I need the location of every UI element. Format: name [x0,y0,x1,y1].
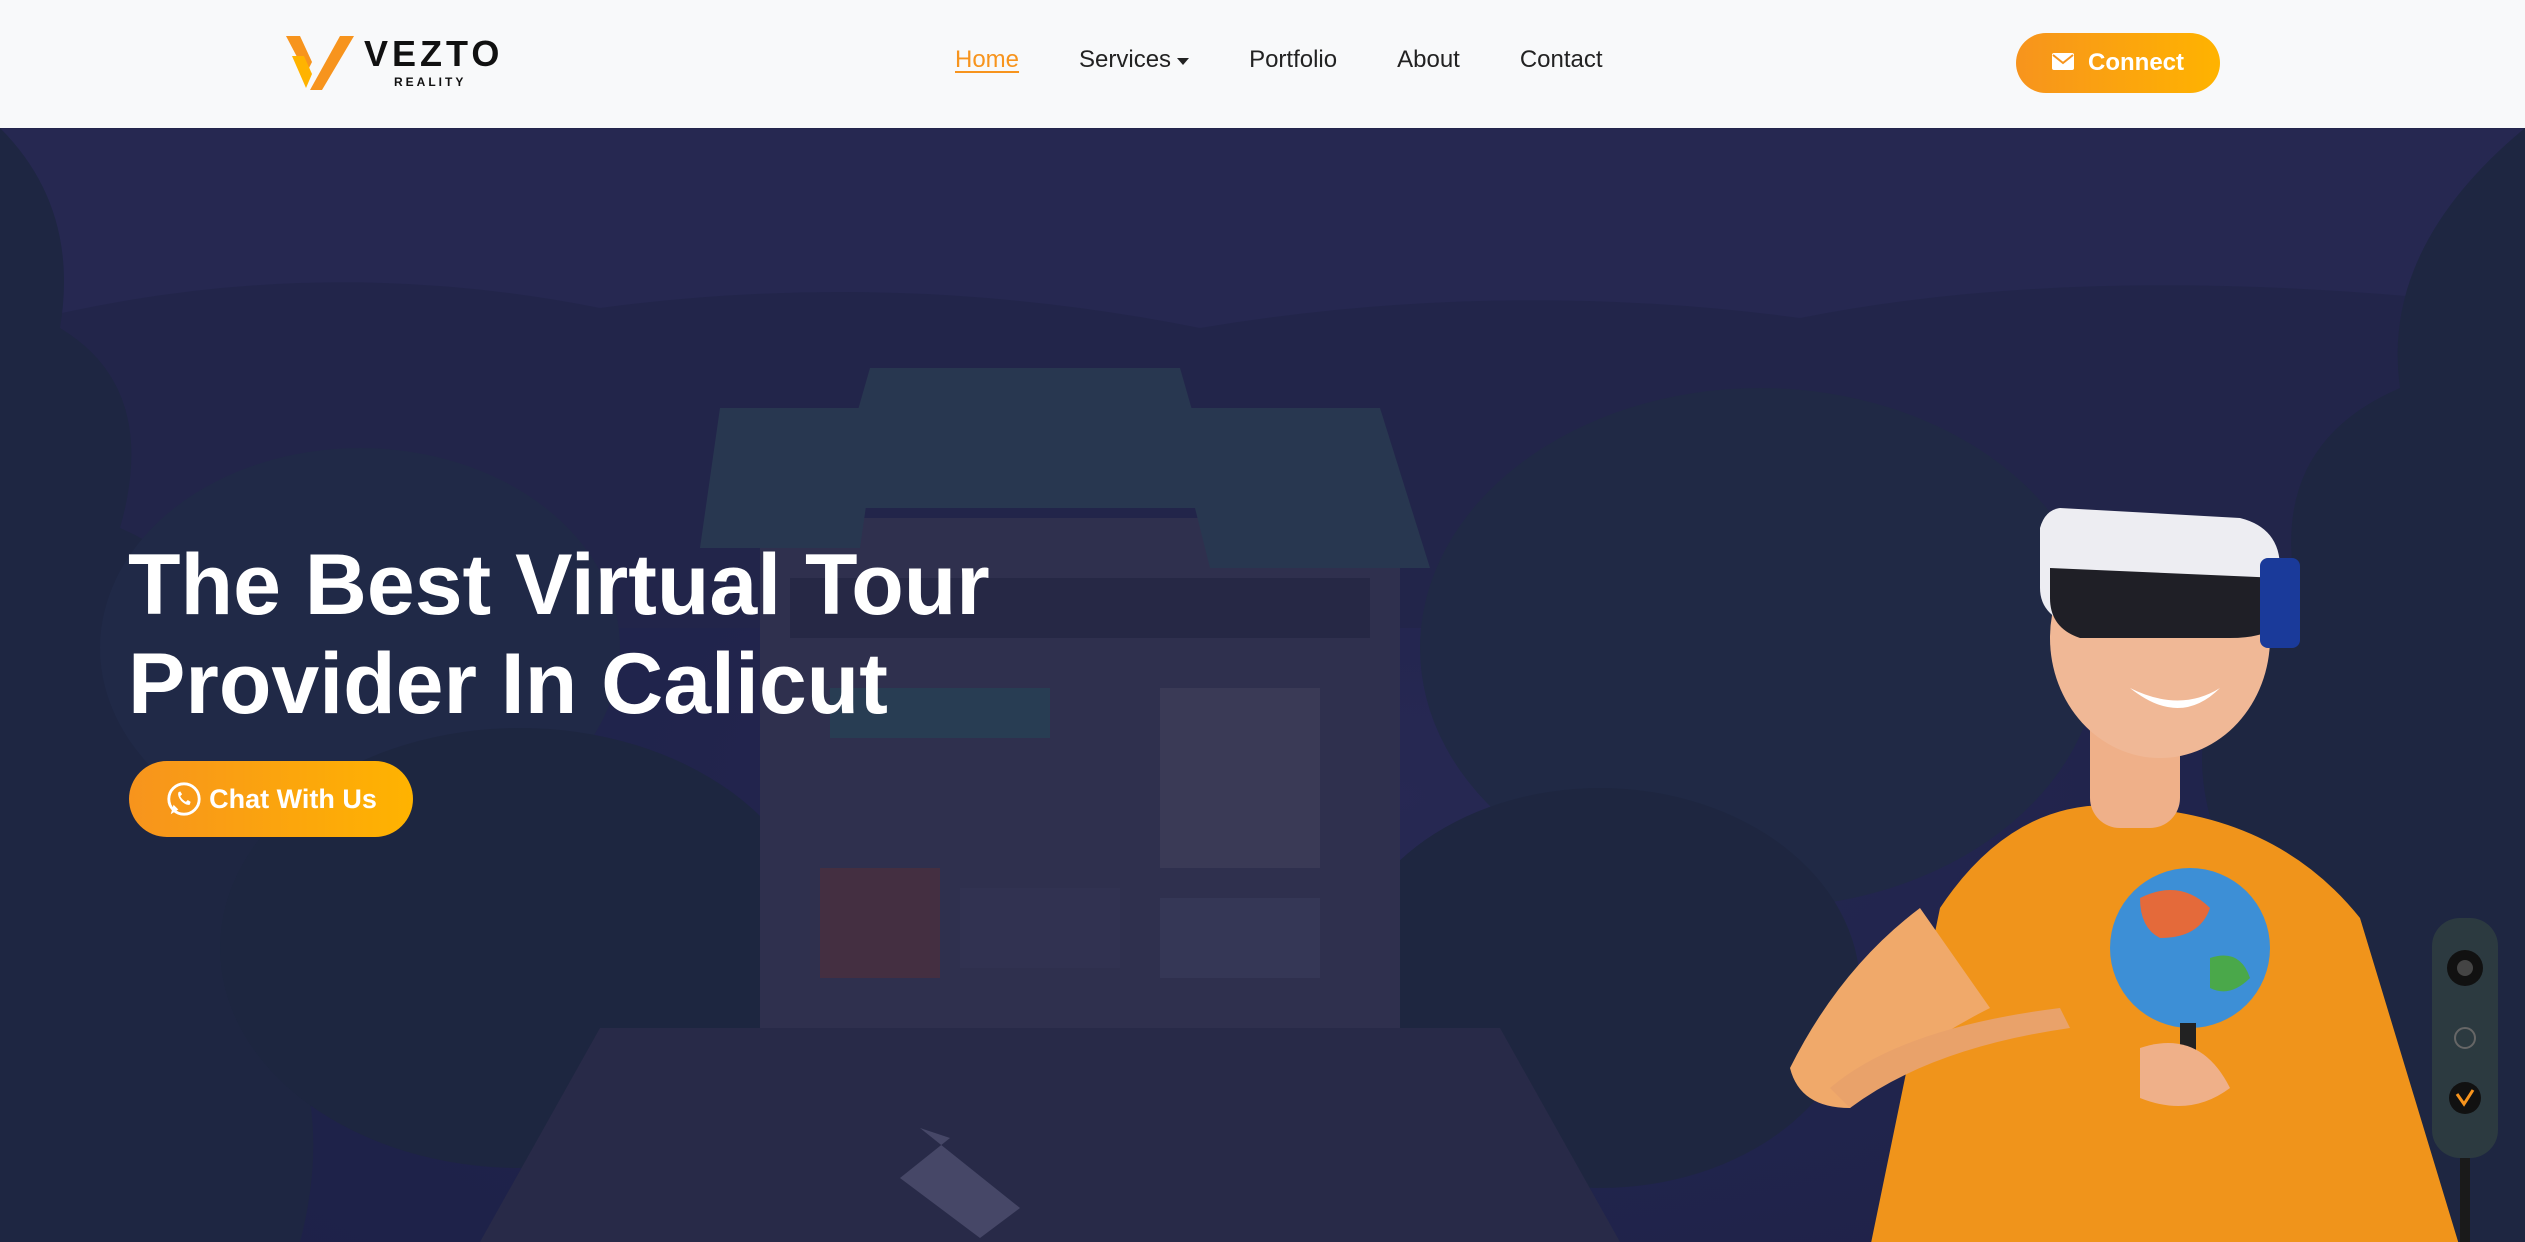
whatsapp-icon [167,782,201,816]
nav-services[interactable]: Services [1079,46,1190,74]
hero-title-line-2: Provider In Calicut [128,636,888,732]
brand-text: VEZTO REALITY [364,33,504,89]
hero-section: The Best Virtual Tour Provider In Calicu… [0,128,2525,1242]
brand-name: VEZTO [364,33,504,74]
brand-subtitle: REALITY [394,75,467,89]
brand-logo[interactable]: VEZTO REALITY [286,32,503,92]
nav-services-label: Services [1079,46,1172,73]
navbar: VEZTO REALITY Home Services Portfolio Ab… [0,0,2525,128]
chat-with-us-label: Chat With Us [209,783,377,814]
camera-360-image [2432,918,2498,1242]
chevron-down-icon [1177,57,1190,65]
connect-button[interactable]: Connect [2016,33,2220,93]
nav-home[interactable]: Home [955,46,1019,74]
mail-icon [2052,49,2074,77]
nav-contact[interactable]: Contact [1520,46,1603,74]
chat-with-us-button[interactable]: Chat With Us [129,761,413,837]
main-nav: Home Services Portfolio About Contact [955,46,1663,74]
vezto-logo-icon [286,36,354,90]
nav-about[interactable]: About [1397,46,1460,74]
connect-label: Connect [2088,49,2184,76]
hero-title: The Best Virtual Tour Provider In Calicu… [128,536,1128,734]
page: VEZTO REALITY Home Services Portfolio Ab… [0,0,2525,1242]
nav-portfolio[interactable]: Portfolio [1249,46,1337,74]
vr-person-image [1790,508,2459,1242]
hero-title-line-1: The Best Virtual Tour [128,537,990,633]
